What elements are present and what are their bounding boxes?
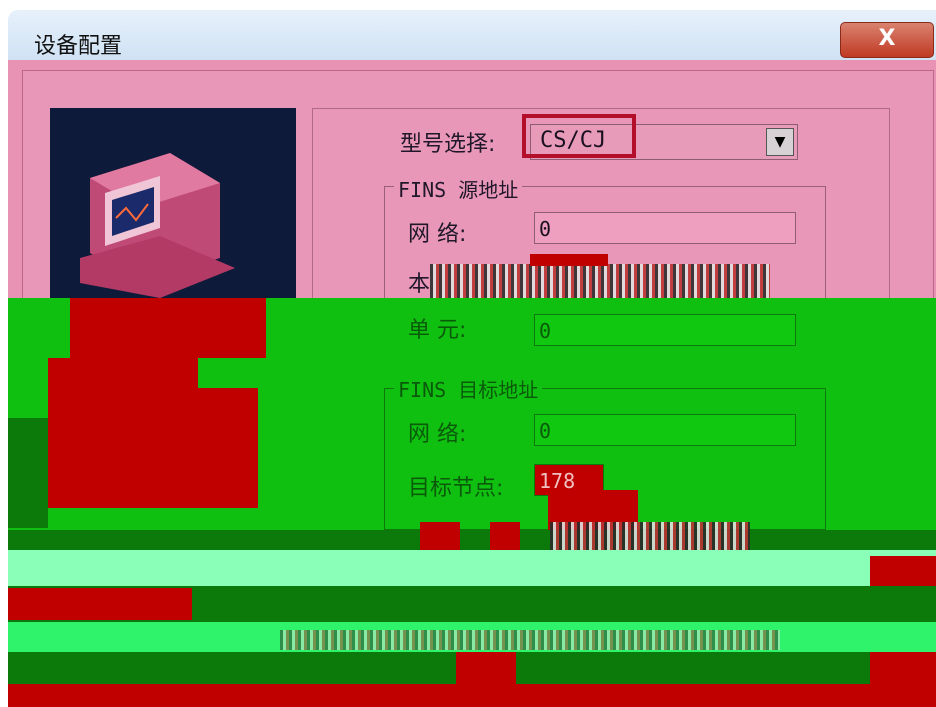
corruption-noise [280,630,780,650]
source-unit-label: 单 元: [408,318,467,343]
source-network-input[interactable]: 0 [534,212,796,244]
target-node-label: 目标节点: [408,476,504,501]
window-title: 设备配置 [34,34,123,59]
computer-illustration [50,108,296,300]
target-network-label: 网 络: [408,422,467,447]
device-config-dialog: 设备配置 X 型号选择: CS/CJ ▼ FINS 源地址 网 络: 0 本 F… [0,0,936,707]
computer-icon [80,153,235,298]
corruption-block [48,358,198,508]
corruption-band [8,684,936,707]
model-label: 型号选择: [400,132,496,157]
corruption-block [8,418,48,528]
chevron-down-icon[interactable]: ▼ [766,128,794,156]
fins-source-legend: FINS 源地址 [394,174,523,203]
close-icon: X [878,26,896,51]
corruption-band [8,550,936,586]
title-bar[interactable]: 设备配置 X [8,10,936,60]
close-button[interactable]: X [840,22,934,58]
source-node-label: 本 [408,272,431,297]
source-unit-input[interactable]: 0 [534,314,796,346]
corruption-block [198,388,258,508]
corruption-band [8,530,936,550]
model-highlight-box [522,114,636,158]
target-network-input[interactable]: 0 [534,414,796,446]
fins-target-legend: FINS 目标地址 [394,374,543,403]
corruption-block [870,652,936,684]
corruption-block [8,588,192,620]
corruption-block [870,556,936,586]
source-network-label: 网 络: [408,222,467,247]
corruption-noise [430,264,770,298]
corruption-block [456,652,516,684]
corrupted-region: FINS 目标地址 单 元: 0 网 络: 0 目标节点: 178 [8,298,936,530]
corruption-block [530,254,608,266]
corruption-block [70,298,266,358]
